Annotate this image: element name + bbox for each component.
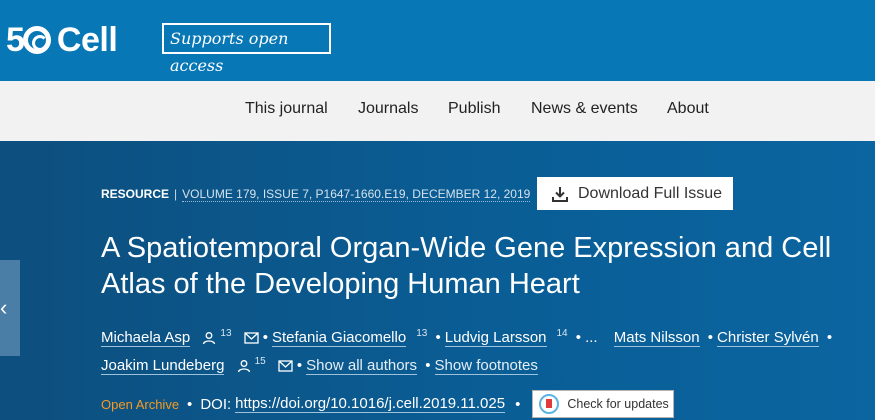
top-banner: 5 Cell Supports open access (0, 0, 875, 81)
supports-open-access-badge[interactable]: Supports open access (162, 23, 331, 75)
cell-logo[interactable]: 5 Cell (6, 20, 118, 60)
bullet: • (515, 395, 521, 413)
check-for-updates-button[interactable]: Check for updates (532, 390, 675, 418)
article-access-row: Open Archive • DOI: https://doi.org/10.1… (101, 390, 675, 418)
chevron-left-icon: ‹ (0, 295, 8, 320)
doi-label: DOI: (200, 395, 232, 413)
logo-fifty: 5 (6, 21, 51, 60)
bullet: • (707, 329, 714, 346)
citation-link[interactable]: VOLUME 179, ISSUE 7, P1647-1660.E19, DEC… (182, 187, 531, 202)
author-name[interactable]: Mats Nilsson (613, 329, 700, 347)
email-icon[interactable] (244, 332, 259, 344)
nav-news-events[interactable]: News & events (531, 100, 638, 118)
authors-ellipsis: ... (585, 329, 598, 346)
author-footnote[interactable]: 14 (557, 328, 568, 339)
bullet: • (425, 357, 431, 374)
bullet: • (296, 357, 303, 374)
nav-journals[interactable]: Journals (358, 100, 418, 118)
bullet: • (826, 329, 833, 346)
download-label: Download Full Issue (578, 185, 723, 202)
article-meta: RESOURCE | VOLUME 179, ISSUE 7, P1647-1660… (101, 187, 531, 202)
doi-link[interactable]: https://doi.org/10.1016/j.cell.2019.11.0… (235, 395, 506, 413)
show-footnotes-link[interactable]: Show footnotes (434, 357, 538, 375)
check-for-updates-label: Check for updates (567, 397, 669, 411)
author-footnote[interactable]: 13 (220, 328, 231, 339)
author-footnote[interactable]: 13 (416, 328, 427, 339)
nav-about[interactable]: About (667, 100, 709, 118)
bullet: • (262, 329, 268, 346)
author-name[interactable]: Christer Sylvén (717, 329, 819, 347)
download-full-issue-button[interactable]: Download Full Issue (537, 177, 733, 210)
main-nav: This journal Journals Publish News & eve… (0, 81, 875, 141)
article-type: RESOURCE (101, 187, 170, 201)
logo-brand: Cell (56, 20, 118, 59)
person-icon[interactable] (202, 331, 216, 345)
author-footnote[interactable]: 15 (255, 356, 266, 367)
author-row-1: Michaela Asp 13 • Stefania Giacomello 13 •… (101, 320, 871, 348)
logo-ring-icon (22, 26, 51, 54)
download-icon (552, 186, 568, 202)
nav-publish[interactable]: Publish (448, 100, 500, 118)
author-row-2: Joakim Lundeberg 15 • Show all authors • S… (101, 348, 871, 376)
email-icon[interactable] (278, 360, 293, 372)
bullet: • (575, 329, 582, 346)
author-name[interactable]: Joakim Lundeberg (101, 357, 225, 375)
logo-number: 5 (6, 20, 25, 59)
side-collapse-tab[interactable]: ‹ (0, 260, 20, 356)
bullet: • (435, 329, 441, 346)
meta-separator: | (174, 187, 178, 201)
author-name[interactable]: Ludvig Larsson (444, 329, 547, 347)
crossmark-icon (539, 394, 560, 414)
nav-this-journal[interactable]: This journal (245, 100, 328, 118)
bullet: • (187, 395, 193, 413)
open-archive-label: Open Archive (101, 396, 180, 412)
author-name[interactable]: Michaela Asp (101, 329, 191, 347)
person-icon[interactable] (237, 359, 251, 373)
show-all-authors-link[interactable]: Show all authors (306, 357, 418, 375)
author-name[interactable]: Stefania Giacomello (271, 329, 407, 347)
author-list: Michaela Asp 13 • Stefania Giacomello 13 •… (101, 320, 871, 376)
article-title: A Spatiotemporal Organ-Wide Gene Express… (101, 232, 832, 300)
